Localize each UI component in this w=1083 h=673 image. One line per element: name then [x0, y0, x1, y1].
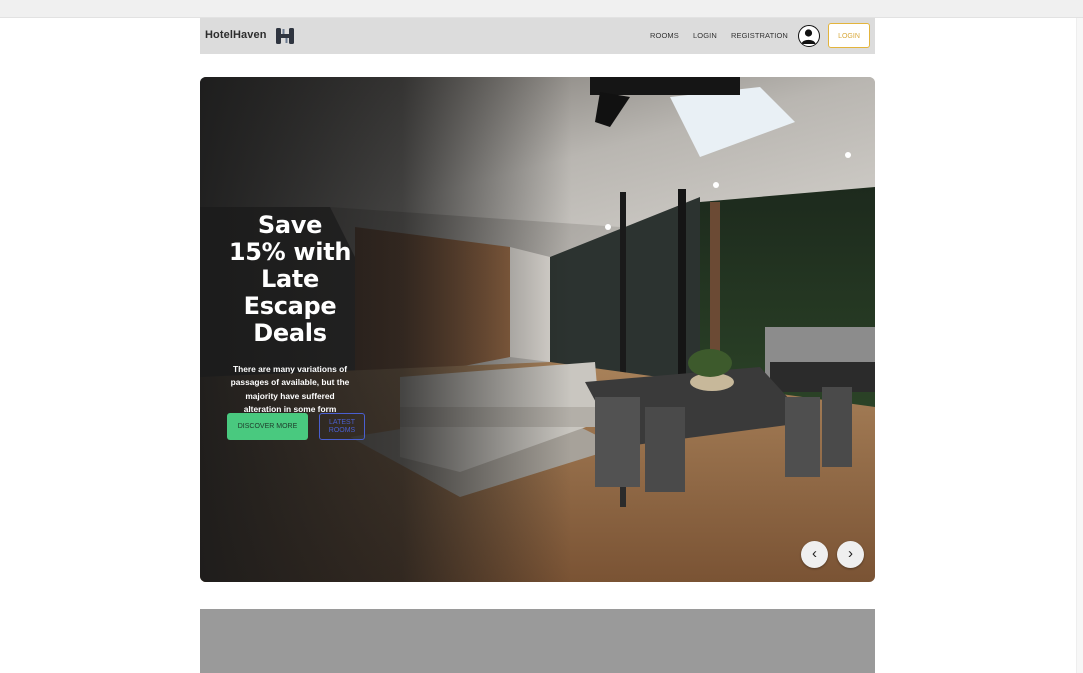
carousel-prev-button[interactable]: ‹ [801, 541, 828, 568]
chevron-left-icon: ‹ [812, 545, 817, 562]
hero-title: Save 15% with Late Escape Deals [228, 211, 352, 347]
page-scrollbar[interactable] [1076, 18, 1083, 673]
hero-carousel: Save 15% with Late Escape Deals There ar… [200, 77, 875, 582]
login-button[interactable]: LOGIN [828, 23, 870, 48]
hero-subtitle: There are many variations of passages of… [230, 364, 350, 415]
chevron-right-icon: › [848, 545, 853, 562]
discover-more-button[interactable]: DISCOVER MORE [227, 413, 308, 440]
latest-rooms-button[interactable]: LATEST ROOMS [319, 413, 365, 440]
top-navbar: HotelHaven ROOMS LOGIN REGISTRATION LOGI… [200, 18, 875, 54]
carousel-next-button[interactable]: › [837, 541, 864, 568]
hero-text-block: Save 15% with Late Escape Deals There ar… [227, 212, 353, 425]
hotel-h-logo-icon[interactable] [276, 27, 294, 45]
nav-link-login[interactable]: LOGIN [693, 31, 717, 40]
browser-top-strip [0, 0, 1083, 18]
user-avatar-icon[interactable] [798, 25, 820, 47]
brand-name[interactable]: HotelHaven [205, 29, 267, 41]
nav-link-registration[interactable]: REGISTRATION [731, 31, 788, 40]
nav-link-rooms[interactable]: ROOMS [650, 31, 679, 40]
next-section-preview [200, 609, 875, 673]
